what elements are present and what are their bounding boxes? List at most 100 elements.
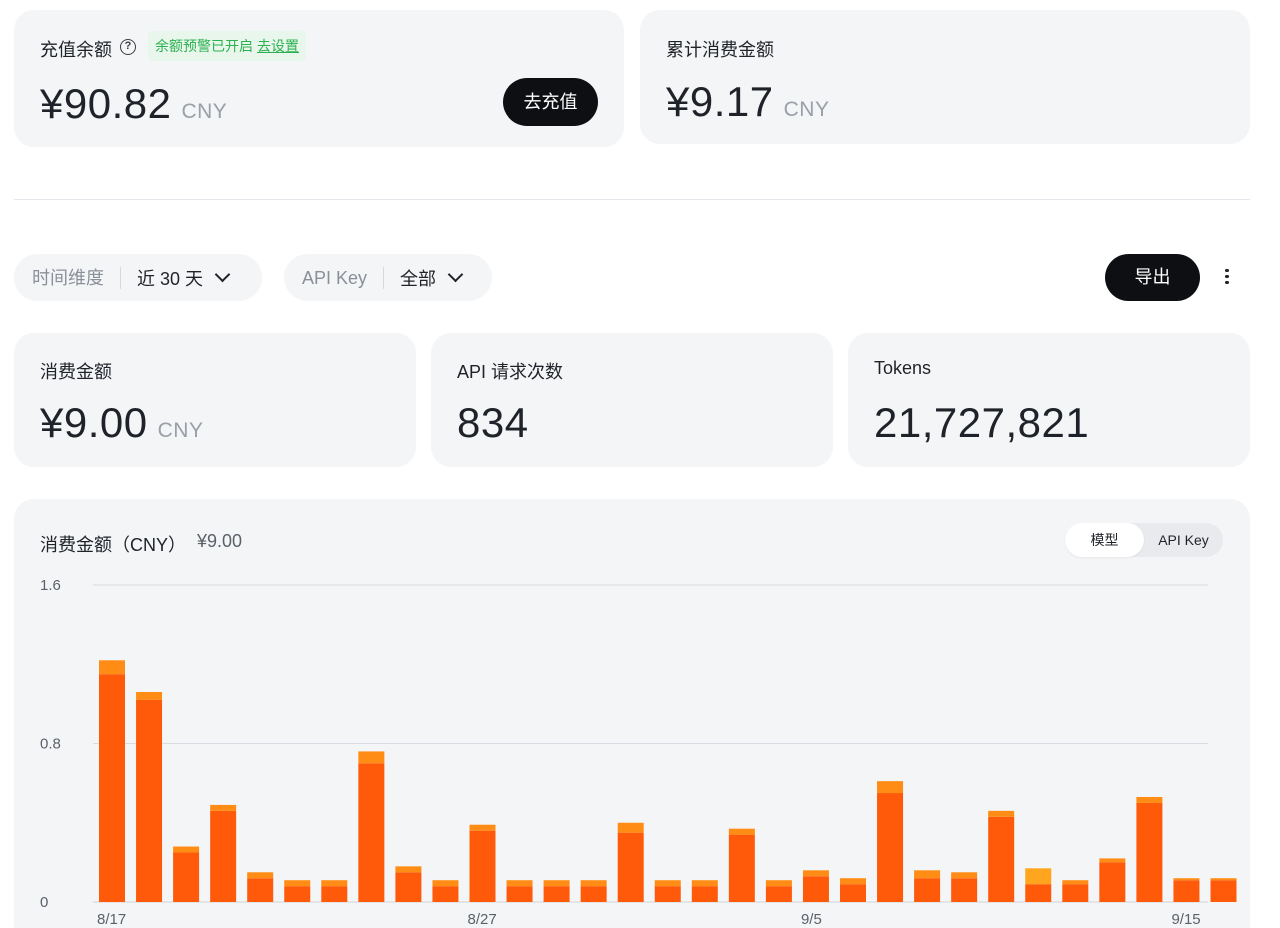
stat-card-spend: 消费金额 ¥9.00 CNY: [14, 333, 416, 467]
bar-segment: [802, 870, 829, 877]
bar-segment: [210, 810, 237, 902]
bar-segment: [358, 763, 385, 902]
bar-segment: [284, 886, 311, 902]
spend-chart-card: 消费金额（CNY） ¥9.00 模型 API Key 1.6 0.8 0 8/17 8/…: [14, 499, 1250, 928]
bar-segment: [469, 824, 496, 831]
bar-segment: [543, 886, 570, 902]
bar-segment: [1136, 802, 1163, 902]
balance-card: 充值余额 ? 余额预警已开启 去设置 ¥90.82 CNY 去充值: [14, 10, 624, 147]
x-tick-label: 9/5: [801, 911, 822, 928]
section-divider: [14, 199, 1250, 200]
bar-segment: [395, 872, 422, 902]
bar-segment: [173, 852, 200, 902]
bar-segment: [728, 828, 755, 835]
bar-segment: [210, 804, 237, 811]
x-tick-label: 8/17: [97, 911, 126, 928]
total-spent-label: 累计消费金额: [666, 40, 774, 60]
bar-segment: [1173, 878, 1200, 881]
question-circle-icon[interactable]: ?: [120, 39, 136, 55]
bar-segment: [914, 870, 941, 879]
stat-spend-currency: CNY: [157, 419, 204, 442]
bar-segment: [432, 886, 459, 902]
bar-segment: [580, 886, 607, 902]
bar-segment: [840, 878, 866, 885]
chevron-down-icon: [214, 266, 231, 283]
bar-segment: [506, 886, 533, 902]
bar-segment: [951, 878, 978, 902]
bar-segment: [1099, 858, 1126, 863]
bar-segment: [691, 880, 718, 887]
time-range-filter[interactable]: 时间维度 近 30 天: [14, 254, 262, 301]
bar-segment: [1210, 878, 1237, 881]
api-key-filter-key: API Key: [284, 266, 385, 289]
bar-segment: [951, 872, 978, 879]
bar-segment: [247, 872, 274, 879]
bar-segment: [395, 866, 422, 873]
balance-amount: ¥90.82: [40, 80, 172, 127]
spend-bar-chart: 1.6 0.8 0 8/17 8/27 9/5 9/15: [40, 577, 1237, 928]
bar-segment: [543, 880, 570, 887]
bar-segment: [469, 830, 496, 902]
bar-segment: [1099, 862, 1126, 902]
stat-card-tokens: Tokens 21,727,821: [848, 333, 1250, 467]
bar-segment: [765, 880, 792, 887]
bar-segment: [99, 674, 125, 902]
balance-warning-settings-link[interactable]: 去设置: [257, 38, 299, 54]
stat-requests-value: 834: [457, 399, 529, 446]
bar-segment: [877, 793, 904, 902]
stat-spend-value: ¥9.00: [40, 399, 148, 446]
bar-segment: [1136, 796, 1163, 803]
bar-segment: [765, 886, 792, 902]
bar-segment: [691, 886, 718, 902]
balance-label: 充值余额: [40, 40, 112, 60]
api-key-filter[interactable]: API Key 全部: [284, 254, 492, 301]
bar-segment: [136, 699, 163, 902]
bar-segment: [654, 886, 681, 902]
total-spent-card: 累计消费金额 ¥9.17 CNY: [640, 10, 1250, 144]
y-tick-label: 1.6: [40, 577, 61, 594]
bar-segment: [988, 816, 1015, 902]
time-range-filter-key: 时间维度: [14, 266, 121, 289]
bar-segment: [1062, 884, 1089, 902]
stat-spend-label: 消费金额: [40, 362, 112, 382]
more-vertical-icon[interactable]: [1220, 266, 1234, 288]
balance-amount-row: ¥90.82 CNY: [40, 80, 227, 128]
bar-segment: [247, 878, 274, 902]
total-spent-currency: CNY: [783, 98, 830, 121]
stat-requests-label: API 请求次数: [457, 362, 564, 382]
export-button[interactable]: 导出: [1105, 254, 1200, 301]
bar-segment: [840, 884, 866, 902]
recharge-button[interactable]: 去充值: [503, 78, 598, 126]
chevron-down-icon: [447, 266, 464, 283]
bar-segment: [617, 822, 644, 833]
bar-segment: [99, 660, 125, 675]
bar-segment: [988, 810, 1015, 817]
y-tick-label: 0.8: [40, 736, 61, 753]
bar-segment: [136, 691, 163, 700]
bar-segment: [1062, 880, 1089, 885]
stat-spend-value-row: ¥9.00 CNY: [40, 399, 203, 447]
api-key-filter-value: 全部: [400, 268, 437, 289]
bar-segment: [1025, 884, 1052, 902]
bar-segment: [1025, 868, 1052, 885]
bar-segment: [432, 880, 459, 887]
time-range-filter-value: 近 30 天: [137, 268, 204, 289]
bar-segment: [802, 876, 829, 902]
x-tick-label: 8/27: [468, 911, 497, 928]
bar-segment: [173, 846, 200, 853]
bar-segment: [728, 834, 755, 902]
bar-segment: [654, 880, 681, 887]
bar-segment: [358, 751, 385, 764]
bar-segment: [284, 880, 311, 887]
bar-segment: [580, 880, 607, 887]
bar-segment: [877, 781, 904, 794]
bar-segment: [321, 886, 348, 902]
stat-card-requests: API 请求次数 834: [431, 333, 833, 467]
bar-segment: [914, 878, 941, 902]
y-tick-label: 0: [40, 894, 48, 911]
balance-warning-text: 余额预警已开启: [155, 38, 253, 54]
bar-segment: [321, 880, 348, 887]
balance-warning-badge: 余额预警已开启 去设置: [148, 31, 306, 61]
bar-segment: [506, 880, 533, 887]
bar-segment: [1210, 880, 1237, 902]
